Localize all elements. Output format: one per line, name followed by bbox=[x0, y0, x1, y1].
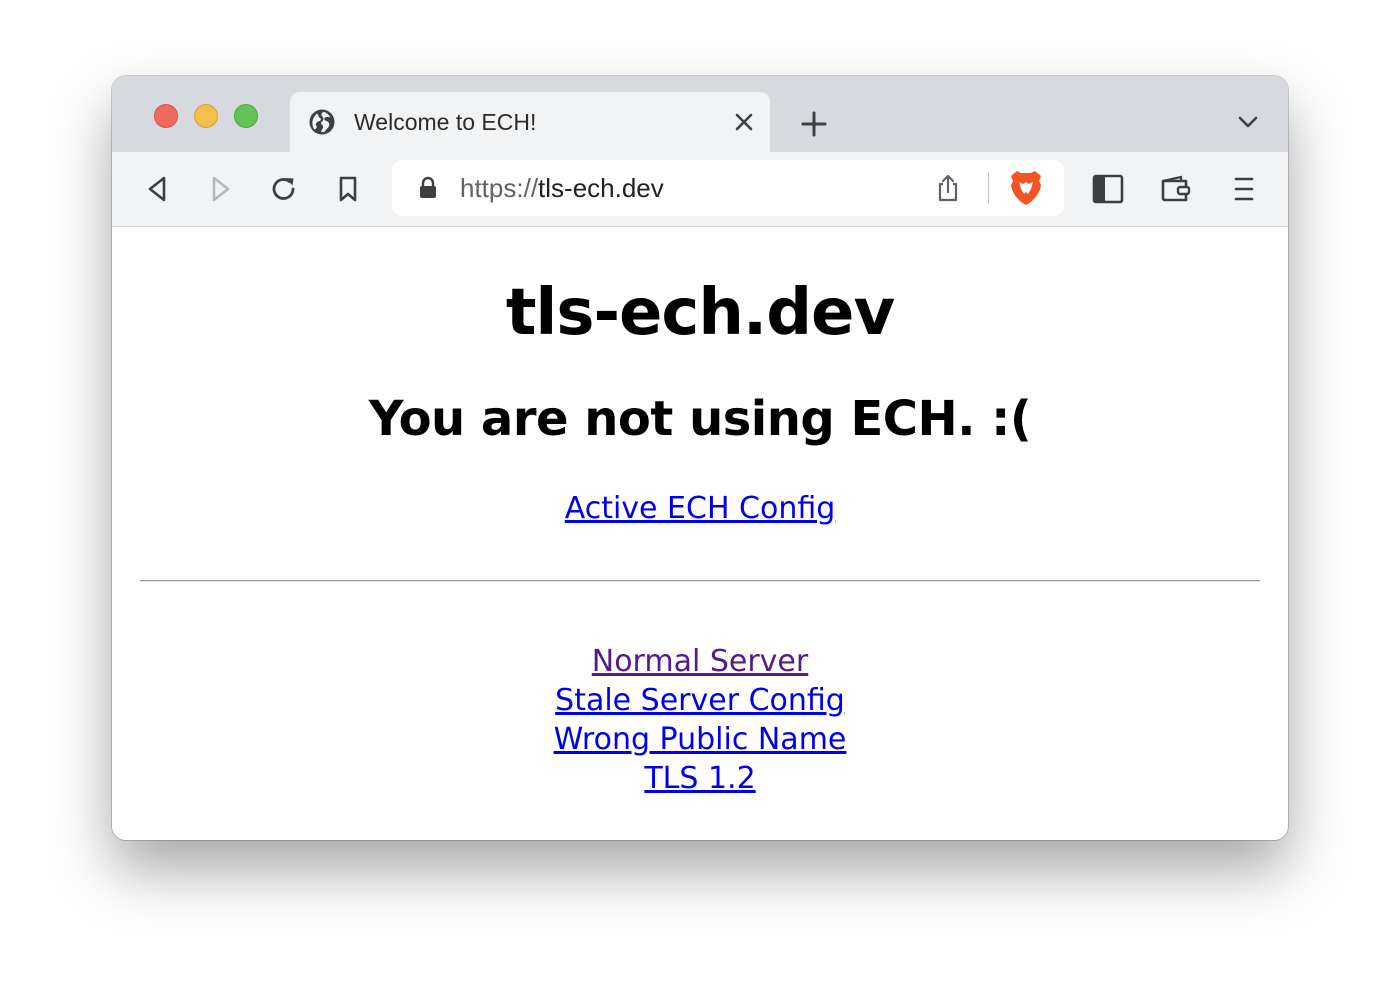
browser-window: Welcome to ECH! https://tls-ech.dev tls-… bbox=[112, 76, 1288, 840]
toolbar: https://tls-ech.dev bbox=[112, 152, 1288, 227]
url-host: tls-ech.dev bbox=[538, 173, 664, 203]
chevron-down-icon[interactable] bbox=[1234, 110, 1262, 134]
tab-title: Welcome to ECH! bbox=[354, 109, 537, 135]
tab-strip: Welcome to ECH! bbox=[112, 76, 1288, 152]
hamburger-menu-icon[interactable] bbox=[1227, 172, 1261, 206]
brave-lion-icon[interactable] bbox=[1008, 168, 1044, 208]
page-content: tls-ech.dev You are not using ECH. :( Ac… bbox=[112, 227, 1288, 840]
stale-server-config-link[interactable]: Stale Server Config bbox=[555, 683, 845, 718]
url-scheme: https:// bbox=[460, 173, 539, 203]
forward-icon[interactable] bbox=[204, 172, 238, 206]
tls-1-2-link[interactable]: TLS 1.2 bbox=[644, 761, 755, 796]
share-icon[interactable] bbox=[932, 172, 964, 204]
horizontal-rule bbox=[140, 580, 1260, 582]
test-links-list: Normal Server Stale Server Config Wrong … bbox=[112, 642, 1288, 798]
ech-status-heading: You are not using ECH. :( bbox=[368, 391, 1032, 447]
close-window-button[interactable] bbox=[154, 104, 178, 128]
plus-icon[interactable] bbox=[798, 108, 830, 140]
address-bar[interactable]: https://tls-ech.dev bbox=[392, 160, 1064, 216]
normal-server-link[interactable]: Normal Server bbox=[592, 644, 808, 679]
reload-icon[interactable] bbox=[267, 172, 301, 206]
zoom-window-button[interactable] bbox=[234, 104, 258, 128]
sidebar-icon[interactable] bbox=[1091, 172, 1125, 206]
minimize-window-button[interactable] bbox=[194, 104, 218, 128]
globe-icon bbox=[308, 108, 336, 136]
close-icon[interactable] bbox=[730, 108, 758, 136]
tab-active[interactable]: Welcome to ECH! bbox=[290, 92, 770, 152]
active-config-link-wrap: Active ECH Config bbox=[112, 489, 1288, 528]
page-title: tls-ech.dev bbox=[505, 276, 895, 350]
wallet-icon[interactable] bbox=[1159, 172, 1193, 206]
bookmark-icon[interactable] bbox=[331, 172, 365, 206]
lock-icon[interactable] bbox=[416, 175, 440, 201]
back-icon[interactable] bbox=[140, 172, 174, 206]
url-text[interactable]: https://tls-ech.dev bbox=[460, 171, 664, 205]
wrong-public-name-link[interactable]: Wrong Public Name bbox=[554, 722, 847, 757]
address-bar-divider bbox=[988, 172, 989, 204]
active-ech-config-link[interactable]: Active ECH Config bbox=[565, 491, 836, 526]
